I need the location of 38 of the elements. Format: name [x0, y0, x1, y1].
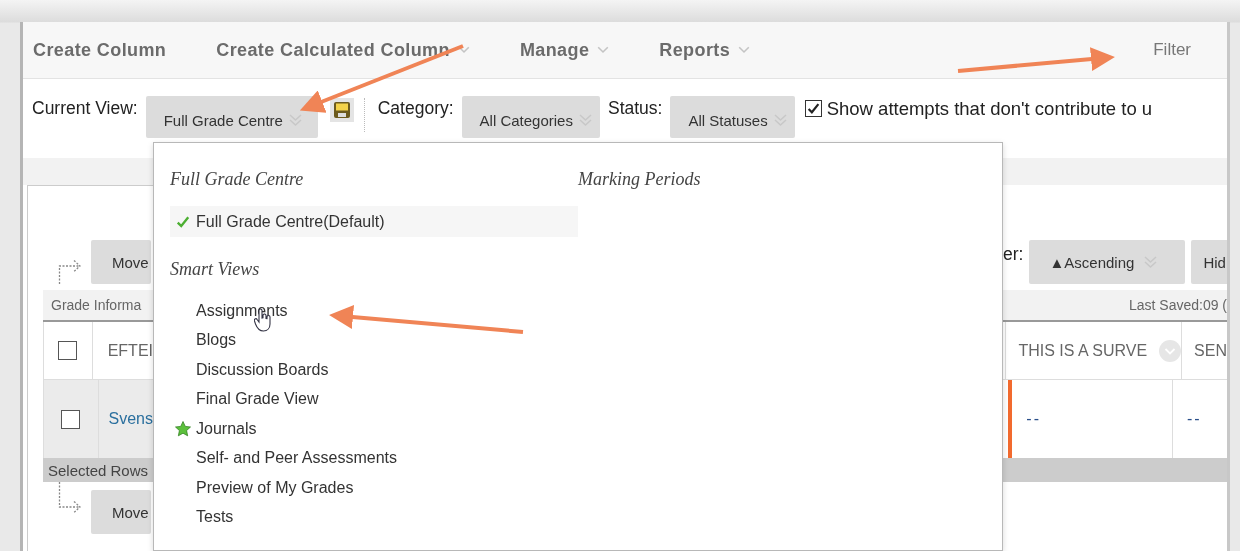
- view-menu-item[interactable]: Blogs: [170, 325, 578, 355]
- last-saved-text: Last Saved:09 (: [1127, 297, 1227, 313]
- view-menu-item[interactable]: Preview of My Grades: [170, 473, 578, 503]
- sort-order-label: er:: [1003, 244, 1024, 265]
- view-menu-item[interactable]: Assignments: [170, 296, 578, 326]
- student-name-link[interactable]: Svens: [98, 410, 153, 428]
- action-menu-item[interactable]: Create Calculated Column: [216, 39, 470, 61]
- action-menu-item[interactable]: Manage: [519, 39, 610, 61]
- hide-button[interactable]: Hid: [1191, 240, 1227, 284]
- grade-cell[interactable]: --: [1026, 410, 1041, 428]
- action-menu-item[interactable]: Reports: [659, 39, 751, 61]
- current-view-label: Current View:: [32, 98, 138, 119]
- menu-section-heading: Marking Periods: [578, 169, 701, 190]
- action-menu-item[interactable]: Create Column: [33, 39, 167, 61]
- grade-information-label: Grade Informa: [50, 297, 143, 313]
- grade-cell[interactable]: --: [1186, 410, 1202, 428]
- view-menu-item[interactable]: Tests: [170, 502, 578, 532]
- menu-section-heading: Smart Views: [170, 259, 260, 280]
- move-button[interactable]: Move: [91, 240, 151, 284]
- column-header[interactable]: THIS IS A SURVE: [1018, 341, 1148, 360]
- sort-order-dropdown[interactable]: ▲Ascending: [1029, 240, 1186, 284]
- column-header[interactable]: SEN: [1194, 341, 1227, 360]
- move-button[interactable]: Move: [91, 490, 151, 534]
- show-attempts-label: Show attempts that don't contribute to u: [826, 98, 1153, 120]
- status-dropdown[interactable]: All Statuses: [670, 96, 795, 138]
- menu-section-heading: Full Grade Centre: [170, 169, 304, 190]
- selected-rows-label: Selected Rows: [47, 461, 149, 479]
- column-header[interactable]: EFTEI: [107, 341, 153, 360]
- view-menu-item[interactable]: Self- and Peer Assessments: [170, 443, 578, 473]
- view-menu-item[interactable]: Final Grade View: [170, 384, 578, 414]
- category-label: Category:: [377, 98, 454, 119]
- category-dropdown[interactable]: All Categories: [461, 96, 600, 138]
- current-view-dropdown[interactable]: Full Grade Centre: [145, 96, 318, 138]
- view-menu-item[interactable]: Full Grade Centre(Default): [170, 206, 578, 237]
- status-label: Status:: [607, 98, 663, 119]
- filter-link[interactable]: Filter: [1153, 40, 1191, 60]
- view-menu-item[interactable]: Journals: [170, 414, 578, 444]
- view-menu-item[interactable]: Discussion Boards: [170, 355, 578, 385]
